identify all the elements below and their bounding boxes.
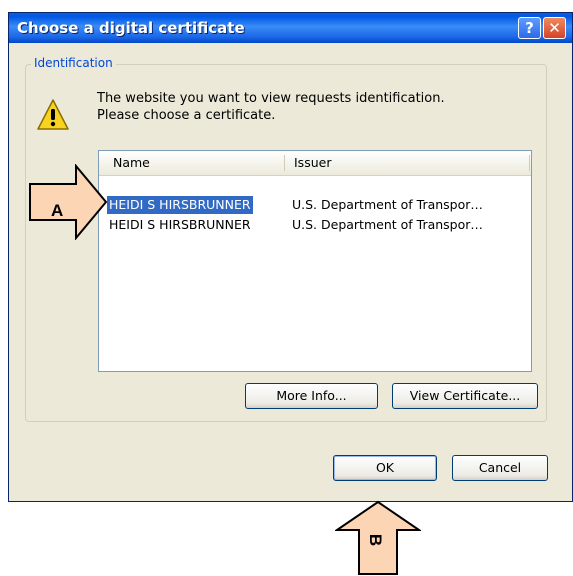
more-info-button[interactable]: More Info...: [245, 383, 378, 409]
cert-name: HEIDI S HIRSBRUNNER: [107, 196, 253, 214]
callout-arrow-a: [29, 164, 108, 240]
prompt-line-1: The website you want to view requests id…: [97, 91, 445, 106]
list-item[interactable]: HEIDI S HIRSBRUNNER U.S. Department of T…: [99, 216, 531, 235]
callout-label-b: B: [366, 533, 386, 547]
list-header: Name Issuer: [99, 151, 531, 176]
column-separator[interactable]: [284, 155, 285, 171]
cert-issuer: U.S. Department of Transpor…: [292, 197, 483, 212]
cert-issuer: U.S. Department of Transpor…: [292, 217, 483, 232]
group-label: Identification: [31, 56, 116, 70]
prompt-message: The website you want to view requests id…: [97, 90, 445, 124]
callout-label-a: A: [51, 201, 64, 220]
cert-name: HEIDI S HIRSBRUNNER: [109, 217, 251, 232]
close-icon[interactable]: ✕: [543, 17, 566, 39]
column-separator[interactable]: [529, 155, 530, 171]
column-header-issuer[interactable]: Issuer: [294, 155, 331, 170]
column-header-name[interactable]: Name: [113, 155, 150, 170]
cancel-button[interactable]: Cancel: [452, 455, 548, 481]
certificate-list[interactable]: Name Issuer HEIDI S HIRSBRUNNER U.S. Dep…: [98, 150, 532, 372]
warning-icon: [37, 99, 69, 130]
view-certificate-button[interactable]: View Certificate...: [392, 383, 538, 409]
help-icon[interactable]: ?: [518, 17, 541, 39]
window-title: Choose a digital certificate: [17, 19, 245, 37]
ok-button[interactable]: OK: [333, 455, 437, 481]
list-item[interactable]: HEIDI S HIRSBRUNNER U.S. Department of T…: [99, 196, 531, 215]
title-bar[interactable]: Choose a digital certificate ? ✕: [9, 13, 572, 43]
prompt-line-2: Please choose a certificate.: [97, 108, 276, 123]
